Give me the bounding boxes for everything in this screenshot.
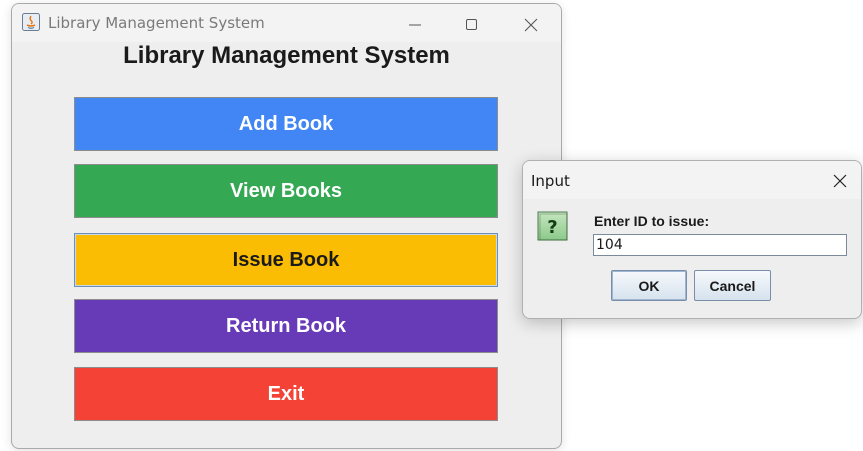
issue-book-button[interactable]: Issue Book (74, 233, 498, 287)
minimize-button[interactable] (393, 10, 437, 40)
return-book-button[interactable]: Return Book (74, 299, 498, 353)
main-window: Library Management System Library Manage… (11, 3, 562, 449)
dialog-close-button[interactable] (825, 167, 855, 195)
svg-text:?: ? (547, 217, 557, 238)
maximize-icon (466, 19, 477, 30)
maximize-button[interactable] (450, 10, 494, 40)
window-title: Library Management System (48, 14, 265, 32)
close-icon (524, 18, 538, 32)
java-app-icon (22, 13, 40, 31)
dialog-title: Input (531, 172, 570, 190)
minimize-icon (409, 24, 421, 26)
prompt-label: Enter ID to issue: (594, 213, 710, 229)
close-button[interactable] (509, 10, 553, 40)
exit-button[interactable]: Exit (74, 367, 498, 421)
app-heading: Library Management System (123, 42, 450, 69)
input-dialog: Input ? Enter ID to issue: OK Cancel (522, 160, 862, 319)
ok-button[interactable]: OK (611, 270, 687, 301)
add-book-button[interactable]: Add Book (74, 97, 498, 151)
close-icon (833, 174, 847, 188)
id-input[interactable] (593, 234, 847, 256)
title-bar[interactable]: Library Management System (12, 4, 561, 42)
question-icon: ? (537, 211, 568, 241)
cancel-button[interactable]: Cancel (694, 270, 771, 301)
view-books-button[interactable]: View Books (74, 164, 498, 218)
dialog-title-bar[interactable]: Input (523, 161, 861, 199)
